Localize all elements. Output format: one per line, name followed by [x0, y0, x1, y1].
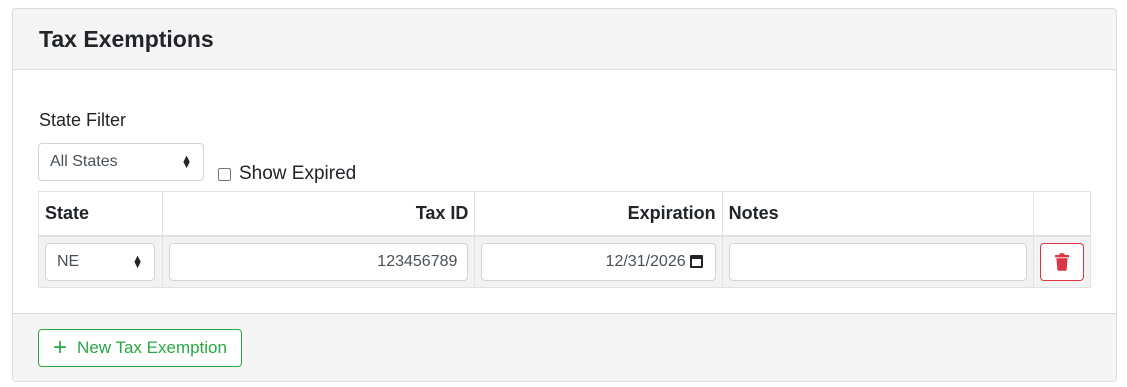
column-header-state: State	[37, 191, 164, 237]
select-caret-icon: ▲ ▼	[132, 252, 143, 271]
select-caret-icon: ▲ ▼	[181, 153, 192, 171]
column-header-notes: Notes	[721, 191, 1034, 237]
column-header-tax-id: Tax ID	[162, 191, 476, 237]
state-filter-select[interactable]: All States ▲ ▼	[38, 143, 204, 181]
delete-row-button[interactable]	[1039, 242, 1084, 281]
row-tax-id-input[interactable]: 123456789	[169, 242, 469, 281]
row-notes-input[interactable]	[728, 242, 1027, 281]
table-header-row: State Tax ID Expiration Notes	[37, 191, 1092, 237]
card-body: State Filter All States ▲ ▼ Show Expired …	[13, 70, 1116, 312]
row-expiration-date-input[interactable]: 12/31/2026	[481, 242, 716, 281]
table-row: NE ▲ ▼ 123456789 12/31/2026	[37, 235, 1092, 288]
tax-exemptions-table: State Tax ID Expiration Notes NE ▲ ▼ 123…	[37, 191, 1092, 288]
card-header: Tax Exemptions	[13, 9, 1116, 70]
new-tax-exemption-label: New Tax Exemption	[77, 338, 227, 357]
show-expired-checkbox[interactable]	[218, 167, 231, 181]
cell-state: NE ▲ ▼	[37, 235, 164, 288]
calendar-icon[interactable]	[689, 255, 703, 269]
cell-actions	[1032, 235, 1092, 288]
row-state-select[interactable]: NE ▲ ▼	[45, 242, 155, 281]
row-state-value: NE	[57, 252, 80, 270]
new-tax-exemption-button[interactable]: + New Tax Exemption	[38, 329, 242, 367]
cell-expiration: 12/31/2026	[474, 235, 723, 288]
row-expiration-value: 12/31/2026	[605, 252, 686, 270]
trash-icon	[1054, 253, 1069, 271]
state-filter-value: All States	[50, 153, 118, 170]
cell-tax-id: 123456789	[162, 235, 476, 288]
column-header-expiration: Expiration	[474, 191, 723, 237]
state-filter-label: State Filter	[39, 110, 127, 130]
column-header-actions	[1032, 191, 1092, 237]
card-title: Tax Exemptions	[39, 25, 214, 52]
plus-icon: +	[53, 334, 68, 361]
cell-notes	[721, 235, 1034, 288]
show-expired-label: Show Expired	[239, 163, 357, 184]
card-footer: + New Tax Exemption	[13, 313, 1116, 381]
show-expired-control[interactable]: Show Expired	[218, 163, 356, 185]
tax-exemptions-card: Tax Exemptions State Filter All States ▲…	[12, 8, 1117, 382]
